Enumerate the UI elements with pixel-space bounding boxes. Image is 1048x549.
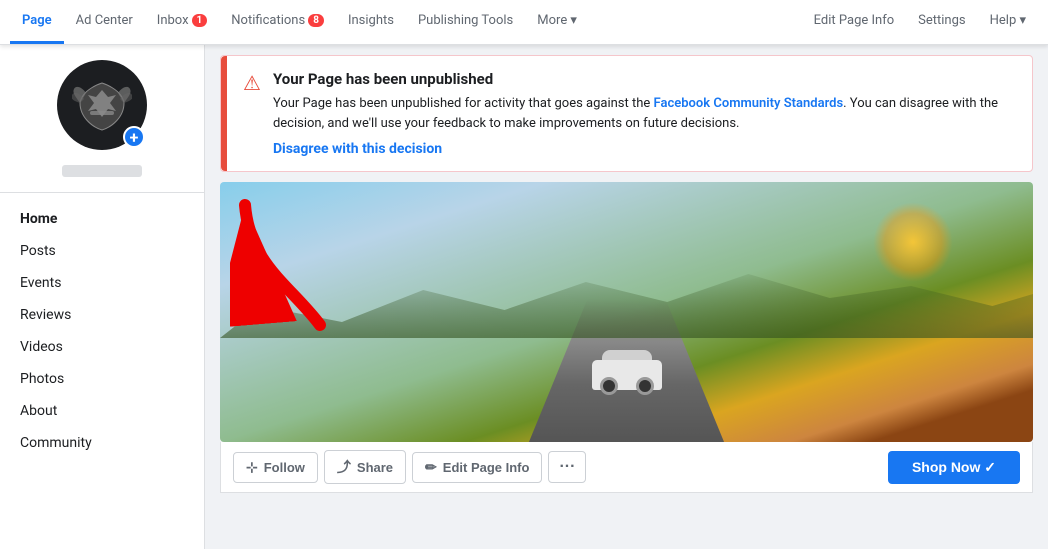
sidebar-item-reviews[interactable]: Reviews <box>0 299 204 331</box>
sidebar-item-videos[interactable]: Videos <box>0 331 204 363</box>
more-options-button[interactable]: ··· <box>548 451 586 483</box>
community-standards-link[interactable]: Facebook Community Standards <box>654 96 844 111</box>
edit-icon: ✏ <box>425 459 437 476</box>
sidebar: + Home Posts Events Reviews Videos Photo… <box>0 45 205 549</box>
share-icon: ⤴ <box>337 457 351 477</box>
nav-right: Edit Page Info Settings Help ▾ <box>802 0 1038 44</box>
share-button[interactable]: ⤴ Share <box>324 450 406 484</box>
edit-page-info-button[interactable]: ✏ Edit Page Info <box>412 452 542 483</box>
avatar-wrapper: + <box>57 60 147 150</box>
sidebar-nav: Home Posts Events Reviews Videos Photos … <box>0 193 204 469</box>
sidebar-item-posts[interactable]: Posts <box>0 235 204 267</box>
page-name-blurred <box>62 165 142 177</box>
car-body <box>592 360 662 390</box>
disagree-link[interactable]: Disagree with this decision <box>273 141 442 157</box>
nav-left: Page Ad Center Inbox 1 Notifications 8 I… <box>10 0 589 44</box>
cover-photo <box>220 182 1033 442</box>
shop-now-button[interactable]: Shop Now ✓ <box>888 451 1020 484</box>
nav-tab-notifications[interactable]: Notifications 8 <box>219 0 336 44</box>
warning-icon: ⚠ <box>243 71 261 95</box>
top-navigation: Page Ad Center Inbox 1 Notifications 8 I… <box>0 0 1048 45</box>
sidebar-item-community[interactable]: Community <box>0 427 204 459</box>
nav-tab-publishing-tools[interactable]: Publishing Tools <box>406 0 525 44</box>
sidebar-item-events[interactable]: Events <box>0 267 204 299</box>
page-logo-icon <box>72 75 132 135</box>
nav-tab-insights[interactable]: Insights <box>336 0 406 44</box>
page-layout: + Home Posts Events Reviews Videos Photo… <box>0 45 1048 549</box>
sidebar-item-about[interactable]: About <box>0 395 204 427</box>
alert-left-bar <box>221 56 227 171</box>
sun-glow <box>873 202 953 282</box>
add-photo-button[interactable]: + <box>123 126 145 148</box>
alert-content: Your Page has been unpublished Your Page… <box>273 70 1016 157</box>
dots-icon: ··· <box>559 458 575 476</box>
nav-tab-inbox[interactable]: Inbox 1 <box>145 0 220 44</box>
follow-icon: ⊹ <box>246 459 258 476</box>
notifications-badge: 8 <box>308 14 324 27</box>
main-content: ⚠ Your Page has been unpublished Your Pa… <box>205 45 1048 549</box>
alert-title: Your Page has been unpublished <box>273 70 1016 88</box>
nav-tab-ad-center[interactable]: Ad Center <box>64 0 145 44</box>
nav-tab-more[interactable]: More ▾ <box>525 0 589 44</box>
car-wheel-right <box>636 377 654 395</box>
nav-tab-edit-page-info[interactable]: Edit Page Info <box>802 0 907 44</box>
car-silhouette <box>582 340 672 390</box>
profile-section: + <box>0 60 204 193</box>
follow-button[interactable]: ⊹ Follow <box>233 452 318 483</box>
action-bar: ⊹ Follow ⤴ Share ✏ Edit Page Info ··· Sh… <box>220 442 1033 493</box>
nav-tab-page[interactable]: Page <box>10 0 64 44</box>
sidebar-item-photos[interactable]: Photos <box>0 363 204 395</box>
unpublished-alert: ⚠ Your Page has been unpublished Your Pa… <box>220 55 1033 172</box>
inbox-badge: 1 <box>192 14 208 27</box>
sidebar-item-home[interactable]: Home <box>0 203 204 235</box>
alert-body: Your Page has been unpublished for activ… <box>273 94 1016 133</box>
car-wheel-left <box>600 377 618 395</box>
nav-tab-settings[interactable]: Settings <box>906 0 977 44</box>
nav-tab-help[interactable]: Help ▾ <box>978 0 1038 44</box>
